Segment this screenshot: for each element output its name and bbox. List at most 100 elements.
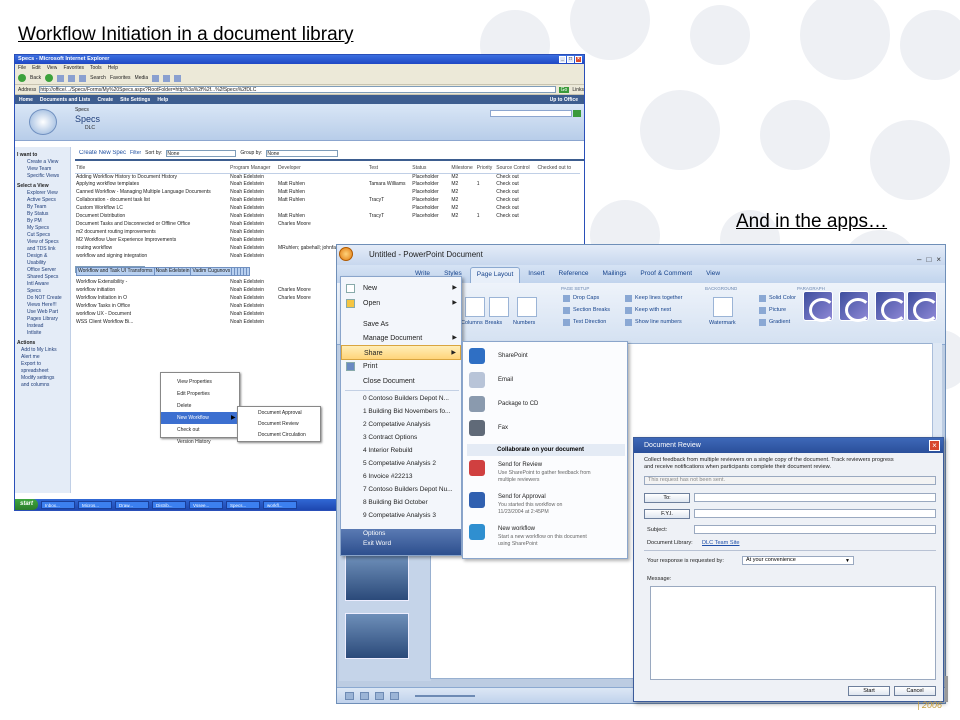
table-row[interactable]: m2 document routing improvements Noah Ede… [75,229,580,237]
column-header[interactable]: Test [367,165,412,174]
ie-menu-item-file[interactable]: File [18,64,26,72]
doc-title-cell[interactable]: Workflow Extensibility - [75,279,229,287]
back-icon[interactable] [18,74,26,82]
doc-title-cell[interactable]: Document Distribution [75,213,229,221]
ribbon-small-button[interactable]: Show line numbers [635,319,682,325]
table-row-selected[interactable]: Workflow and Task UI Transforms Noah Edel… [75,266,251,277]
recent-document[interactable]: 0 Contoso Builders Depot N... [341,393,461,405]
left-nav-item[interactable]: Specs [17,288,68,295]
context-menu-item[interactable]: Delete [161,400,239,412]
ie-menu-item-favorites[interactable]: Favorites [63,64,84,72]
table-cell[interactable]: Check out [495,197,536,205]
recent-document[interactable]: 9 Competative Analysis 3 [341,510,461,522]
taskbar-window-button[interactable]: Vssee... [189,500,224,509]
fyi-field[interactable] [694,509,936,518]
top-nav-item[interactable]: Home [19,97,33,103]
table-cell[interactable] [495,229,536,237]
left-nav-item[interactable]: Add to My Links [17,347,68,354]
office-menu-manage-document[interactable]: Manage Document ▶ [341,331,461,346]
breadcrumb[interactable]: Specs [75,107,89,113]
ribbon-watermark-button[interactable]: Watermark [709,320,736,326]
go-button[interactable]: Go [558,86,570,93]
ribbon-watermark-icon[interactable] [713,297,733,317]
ribbon-tab[interactable]: Insert [522,267,550,283]
ribbon-columns-icon[interactable] [465,297,485,317]
doc-title-cell[interactable]: Adding Workflow History to Document Hist… [75,173,229,181]
ribbon-small-button[interactable]: Picture [769,307,786,313]
search-button[interactable]: Search [90,75,106,81]
table-row[interactable]: Custom Workflow LC Noah Edelstein Placehol… [75,205,580,213]
doc-title-cell[interactable]: Workflow and Task UI Transforms [76,267,155,277]
ribbon-tab[interactable]: Page Layout [469,267,521,283]
library-link[interactable]: DLC Team Site [702,540,740,546]
table-row[interactable]: Document Tasks and Disconnected or Offli… [75,221,580,229]
close-icon[interactable]: × [575,56,582,63]
share-sharepoint[interactable]: SharePoint [498,353,662,359]
left-nav-item[interactable]: and columns [17,382,68,389]
stop-icon[interactable] [57,74,65,82]
table-row[interactable]: Collaboration - document task list Noah E… [75,197,580,205]
taskbar-window-button[interactable]: Inbox... [41,500,76,509]
ribbon-tab[interactable]: Mailings [597,267,633,283]
office-menu-new[interactable]: New ▶ [341,281,461,296]
table-cell[interactable]: Check out [495,173,536,181]
ribbon-small-button[interactable]: Section Breaks [573,307,610,313]
left-nav-item[interactable]: Export to [17,361,68,368]
links-button[interactable]: Links [572,87,584,93]
subject-field[interactable] [694,525,936,534]
cancel-button[interactable]: Cancel [894,686,936,696]
search-input[interactable] [490,110,572,117]
left-nav-item[interactable]: Explorer View [17,190,68,197]
left-nav-item[interactable]: Alert me [17,354,68,361]
theme-thumbnail[interactable] [803,291,835,322]
taskbar-window-button[interactable]: workfl... [263,500,298,509]
table-cell[interactable]: Check out [495,189,536,197]
ribbon-numbers-button[interactable]: Numbers [513,320,535,326]
doc-title-cell[interactable]: Collaboration - document task list [75,197,229,205]
dropdown-arrow-icon[interactable]: ▼ [845,558,850,564]
column-header[interactable]: Milestone [450,165,476,174]
doc-title-cell[interactable]: Applying workflow templates [75,181,229,189]
taskbar-window-button[interactable]: Draw... [115,500,150,509]
ribbon-breaks-icon[interactable] [489,297,509,317]
office-menu-open[interactable]: Open ▶ [341,296,461,311]
office-menu-close-document[interactable]: Close Document [341,374,461,389]
doc-title-cell[interactable]: workflow and signing integration [75,253,229,261]
doc-title-cell[interactable]: m2 document routing improvements [75,229,229,237]
ribbon-small-button[interactable]: Keep lines together [635,295,682,301]
options-button[interactable]: Options [341,529,461,539]
share-email[interactable]: Email [498,377,662,383]
doc-title-cell[interactable]: Workflow Initiation in O [75,295,229,303]
top-nav-item[interactable]: Documents and Lists [40,97,91,103]
workflow-menu-item[interactable]: Document Approval [238,408,320,419]
left-nav-item[interactable]: By Team [17,204,68,211]
doc-title-cell[interactable]: WSS Client Workflow Bi... [75,319,229,327]
left-nav-item[interactable]: Use Web Part [17,309,68,316]
column-header[interactable]: Checked out to [536,165,580,174]
ribbon-small-button[interactable]: Drop Caps [573,295,599,301]
left-nav-item[interactable]: Active Specs [17,197,68,204]
context-menu-item[interactable]: Version History [161,436,239,448]
refresh-icon[interactable] [68,74,76,82]
forward-icon[interactable] [45,74,54,82]
doc-title-cell[interactable]: routing workflow [75,245,229,253]
dialog-close-icon[interactable]: × [929,440,940,451]
history-icon[interactable] [152,74,160,82]
top-nav-item[interactable]: Help [157,97,168,103]
table-cell[interactable]: Check out [495,181,536,189]
to-button[interactable]: To: [644,493,690,503]
ribbon-tab[interactable]: Reference [553,267,595,283]
office-button-icon[interactable] [339,247,353,261]
left-nav-item[interactable]: and TDS link [17,246,68,253]
taskbar-window-button[interactable]: Micros... [78,500,113,509]
left-nav-item[interactable]: Modify settings [17,375,68,382]
recent-document[interactable]: 2 Competative Analysis [341,419,461,431]
media-button[interactable]: Media [135,75,149,81]
office-menu-print[interactable]: Print [341,359,461,374]
column-header[interactable]: Status [411,165,451,174]
column-header[interactable]: Source Control [495,165,537,174]
sorter-view-icon[interactable] [360,691,369,700]
folder-name[interactable]: DLC [85,125,95,131]
recent-document[interactable]: 3 Contract Options [341,432,461,444]
top-nav-item[interactable]: Site Settings [120,97,150,103]
